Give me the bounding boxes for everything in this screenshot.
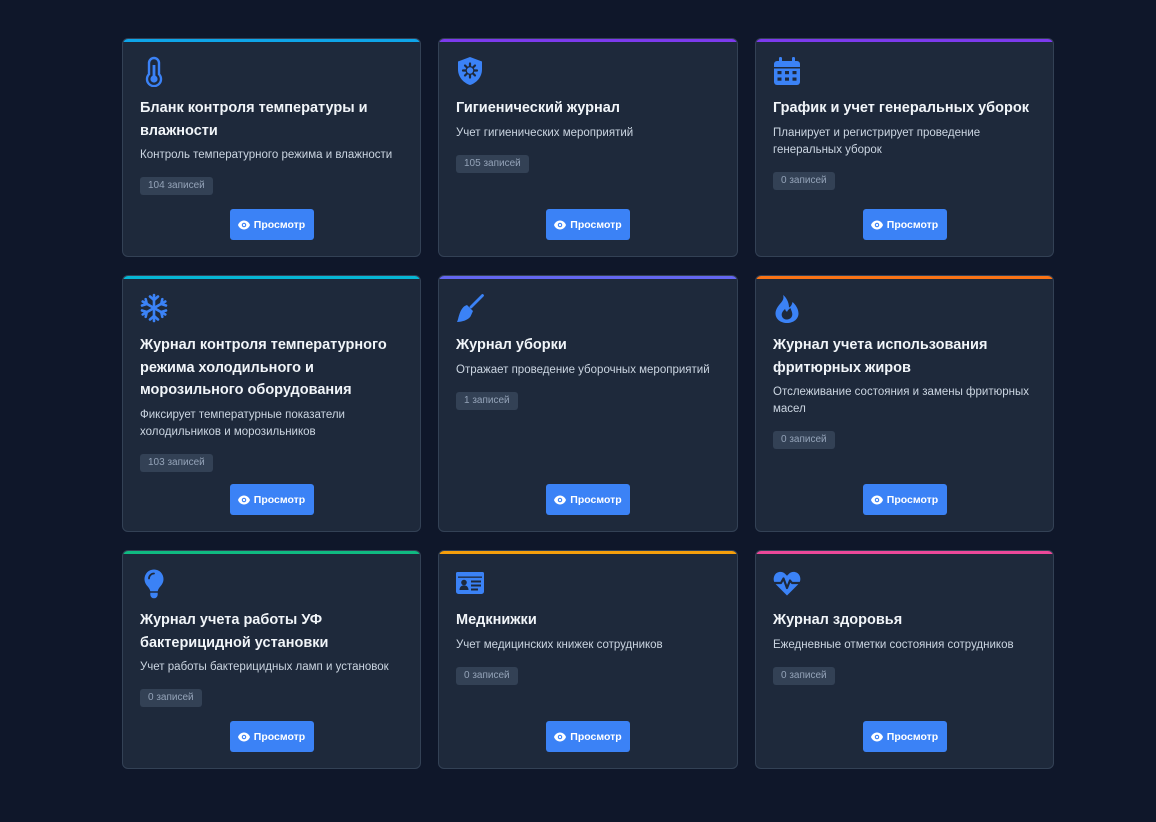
card-title: Бланк контроля температуры и влажности: [140, 100, 368, 139]
journal-card: Журнал здоровья Ежедневные отметки состоя…: [755, 550, 1054, 769]
eye-icon: [870, 495, 883, 504]
card-body: Бланк контроля температуры и влажности Ко…: [140, 97, 404, 196]
journal-card: Журнал контроля температурного режима хо…: [122, 275, 421, 532]
card-description: Планирует и регистрирует проведение гене…: [773, 126, 981, 156]
card-title: Гигиенический журнал: [456, 100, 620, 116]
card-title: Журнал учета работы УФ бактерицидной уст…: [140, 612, 329, 651]
card-body: Журнал учета использования фритюрных жир…: [773, 334, 1037, 450]
shield-virus-icon: [455, 55, 485, 87]
view-button-label: Просмотр: [570, 218, 622, 231]
journal-card: Бланк контроля температуры и влажности Ко…: [122, 38, 421, 257]
card-body: График и учет генеральных уборок Планируе…: [773, 97, 1037, 190]
eye-icon: [554, 220, 567, 229]
card-title: Журнал уборки: [456, 337, 567, 353]
journal-card: График и учет генеральных уборок Планируе…: [755, 38, 1054, 257]
card-accent-bar: [123, 276, 420, 279]
card-accent-bar: [756, 276, 1053, 279]
card-accent-bar: [439, 276, 737, 279]
eye-icon: [870, 220, 883, 229]
card-body: Журнал уборки Отражает проведение уборочн…: [456, 334, 721, 410]
card-description: Учет работы бактерицидных ламп и установ…: [140, 661, 389, 673]
journal-card: Журнал уборки Отражает проведение уборочн…: [438, 275, 738, 532]
card-title: Медкнижки: [456, 612, 537, 628]
view-button-label: Просмотр: [570, 493, 622, 506]
calendar-icon: [772, 55, 802, 87]
card-title: Журнал контроля температурного режима хо…: [140, 337, 387, 398]
view-button[interactable]: Просмотр: [862, 209, 947, 240]
eye-icon: [237, 732, 250, 741]
fire-icon: [772, 292, 802, 324]
eye-icon: [237, 495, 250, 504]
view-button[interactable]: Просмотр: [229, 484, 314, 515]
view-button[interactable]: Просмотр: [862, 484, 947, 515]
card-title: Журнал учета использования фритюрных жир…: [773, 337, 988, 376]
snowflake-icon: [139, 292, 169, 324]
card-accent-bar: [439, 39, 737, 42]
lightbulb-icon: [139, 567, 169, 599]
record-count-badge: 105 записей: [456, 154, 529, 173]
journal-card: Журнал учета использования фритюрных жир…: [755, 275, 1054, 532]
view-button-label: Просмотр: [886, 218, 939, 231]
view-button-label: Просмотр: [253, 218, 306, 231]
view-button[interactable]: Просмотр: [862, 721, 947, 752]
heart-pulse-icon: [772, 567, 802, 599]
card-description: Контроль температурного режима и влажнос…: [140, 149, 393, 161]
card-description: Отслеживание состояния и замены фритюрны…: [773, 386, 1029, 415]
card-body: Журнал здоровья Ежедневные отметки состоя…: [773, 609, 1037, 685]
eye-icon: [237, 220, 250, 229]
eye-icon: [870, 732, 883, 741]
view-button-label: Просмотр: [886, 493, 939, 506]
card-accent-bar: [756, 39, 1053, 42]
card-description: Ежедневные отметки состояния сотрудников: [773, 638, 1014, 651]
view-button-label: Просмотр: [886, 730, 939, 743]
journal-grid: Бланк контроля температуры и влажности Ко…: [122, 38, 1054, 769]
record-count-badge: 0 записей: [456, 666, 518, 685]
card-description: Учет медицинских книжек сотрудников: [456, 638, 663, 651]
card-accent-bar: [123, 551, 420, 554]
record-count-badge: 0 записей: [140, 689, 202, 707]
card-accent-bar: [123, 39, 420, 42]
card-description: Фиксирует температурные показатели холод…: [140, 408, 345, 438]
eye-icon: [554, 732, 567, 741]
card-body: Журнал контроля температурного режима хо…: [140, 334, 404, 472]
card-accent-bar: [756, 551, 1053, 554]
card-body: Журнал учета работы УФ бактерицидной уст…: [140, 609, 404, 708]
record-count-badge: 0 записей: [773, 431, 835, 449]
card-body: Медкнижки Учет медицинских книжек сотрудн…: [456, 609, 721, 685]
view-button[interactable]: Просмотр: [229, 209, 314, 240]
view-button[interactable]: Просмотр: [229, 721, 314, 752]
card-accent-bar: [439, 551, 737, 554]
card-title: График и учет генеральных уборок: [773, 100, 1029, 116]
record-count-badge: 0 записей: [773, 666, 835, 685]
journal-card: Медкнижки Учет медицинских книжек сотрудн…: [438, 550, 738, 769]
card-title: Журнал здоровья: [773, 612, 903, 628]
id-card-icon: [455, 567, 485, 599]
view-button-label: Просмотр: [570, 730, 622, 743]
journal-card: Журнал учета работы УФ бактерицидной уст…: [122, 550, 421, 769]
view-button-label: Просмотр: [253, 493, 306, 506]
card-description: Учет гигиенических мероприятий: [456, 126, 634, 139]
view-button[interactable]: Просмотр: [546, 484, 630, 515]
view-button[interactable]: Просмотр: [546, 209, 630, 240]
card-description: Отражает проведение уборочных мероприяти…: [456, 363, 710, 376]
record-count-badge: 1 записей: [456, 391, 518, 410]
record-count-badge: 0 записей: [773, 171, 835, 190]
card-body: Гигиенический журнал Учет гигиенических м…: [456, 97, 721, 173]
record-count-badge: 103 записей: [140, 453, 213, 472]
view-button-label: Просмотр: [253, 730, 306, 743]
eye-icon: [554, 495, 567, 504]
thermometer-icon: [139, 55, 169, 87]
record-count-badge: 104 записей: [140, 177, 213, 195]
view-button[interactable]: Просмотр: [546, 721, 630, 752]
journal-card: Гигиенический журнал Учет гигиенических м…: [438, 38, 738, 257]
broom-icon: [455, 292, 485, 324]
